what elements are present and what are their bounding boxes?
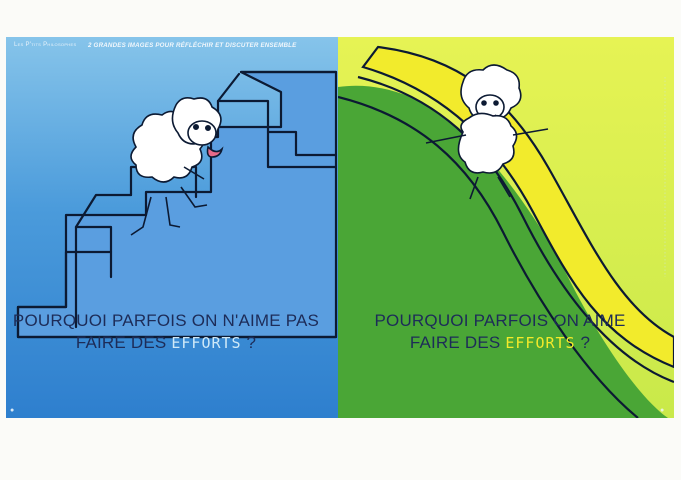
left-question-line1: POURQUOI PARFOIS ON N'AIME PAS [12,311,320,330]
left-question-suffix: ? [246,333,257,352]
right-question: POURQUOI PARFOIS ON AIME FAIRE DES EFFOR… [340,310,660,354]
right-question-prefix: FAIRE DES [409,333,501,352]
right-question-suffix: ? [580,333,591,352]
strapline: 2 GRANDES IMAGES POUR RÉFLÉCHIR ET DISCU… [88,42,297,49]
left-question-prefix: FAIRE DES [75,333,167,352]
right-question-emphasis: EFFORTS [505,334,576,352]
left-question-emphasis: EFFORTS [171,334,242,352]
series-title: Les P'tits Philosophes [14,42,77,48]
slide-illustration [338,37,674,418]
stairs-illustration [16,70,338,339]
side-caption-mark [664,77,666,277]
corner-mark-icon: ● [660,407,665,414]
right-question-line1: POURQUOI PARFOIS ON AIME [374,311,626,330]
right-panel: ● [338,37,674,418]
left-panel: Les P'tits Philosophes 2 GRANDES IMAGES … [6,37,338,418]
corner-mark-icon: ● [10,407,15,414]
poster-sheet: Les P'tits Philosophes 2 GRANDES IMAGES … [6,37,674,418]
credit-line [408,405,409,409]
left-question: POURQUOI PARFOIS ON N'AIME PAS FAIRE DES… [6,310,326,354]
